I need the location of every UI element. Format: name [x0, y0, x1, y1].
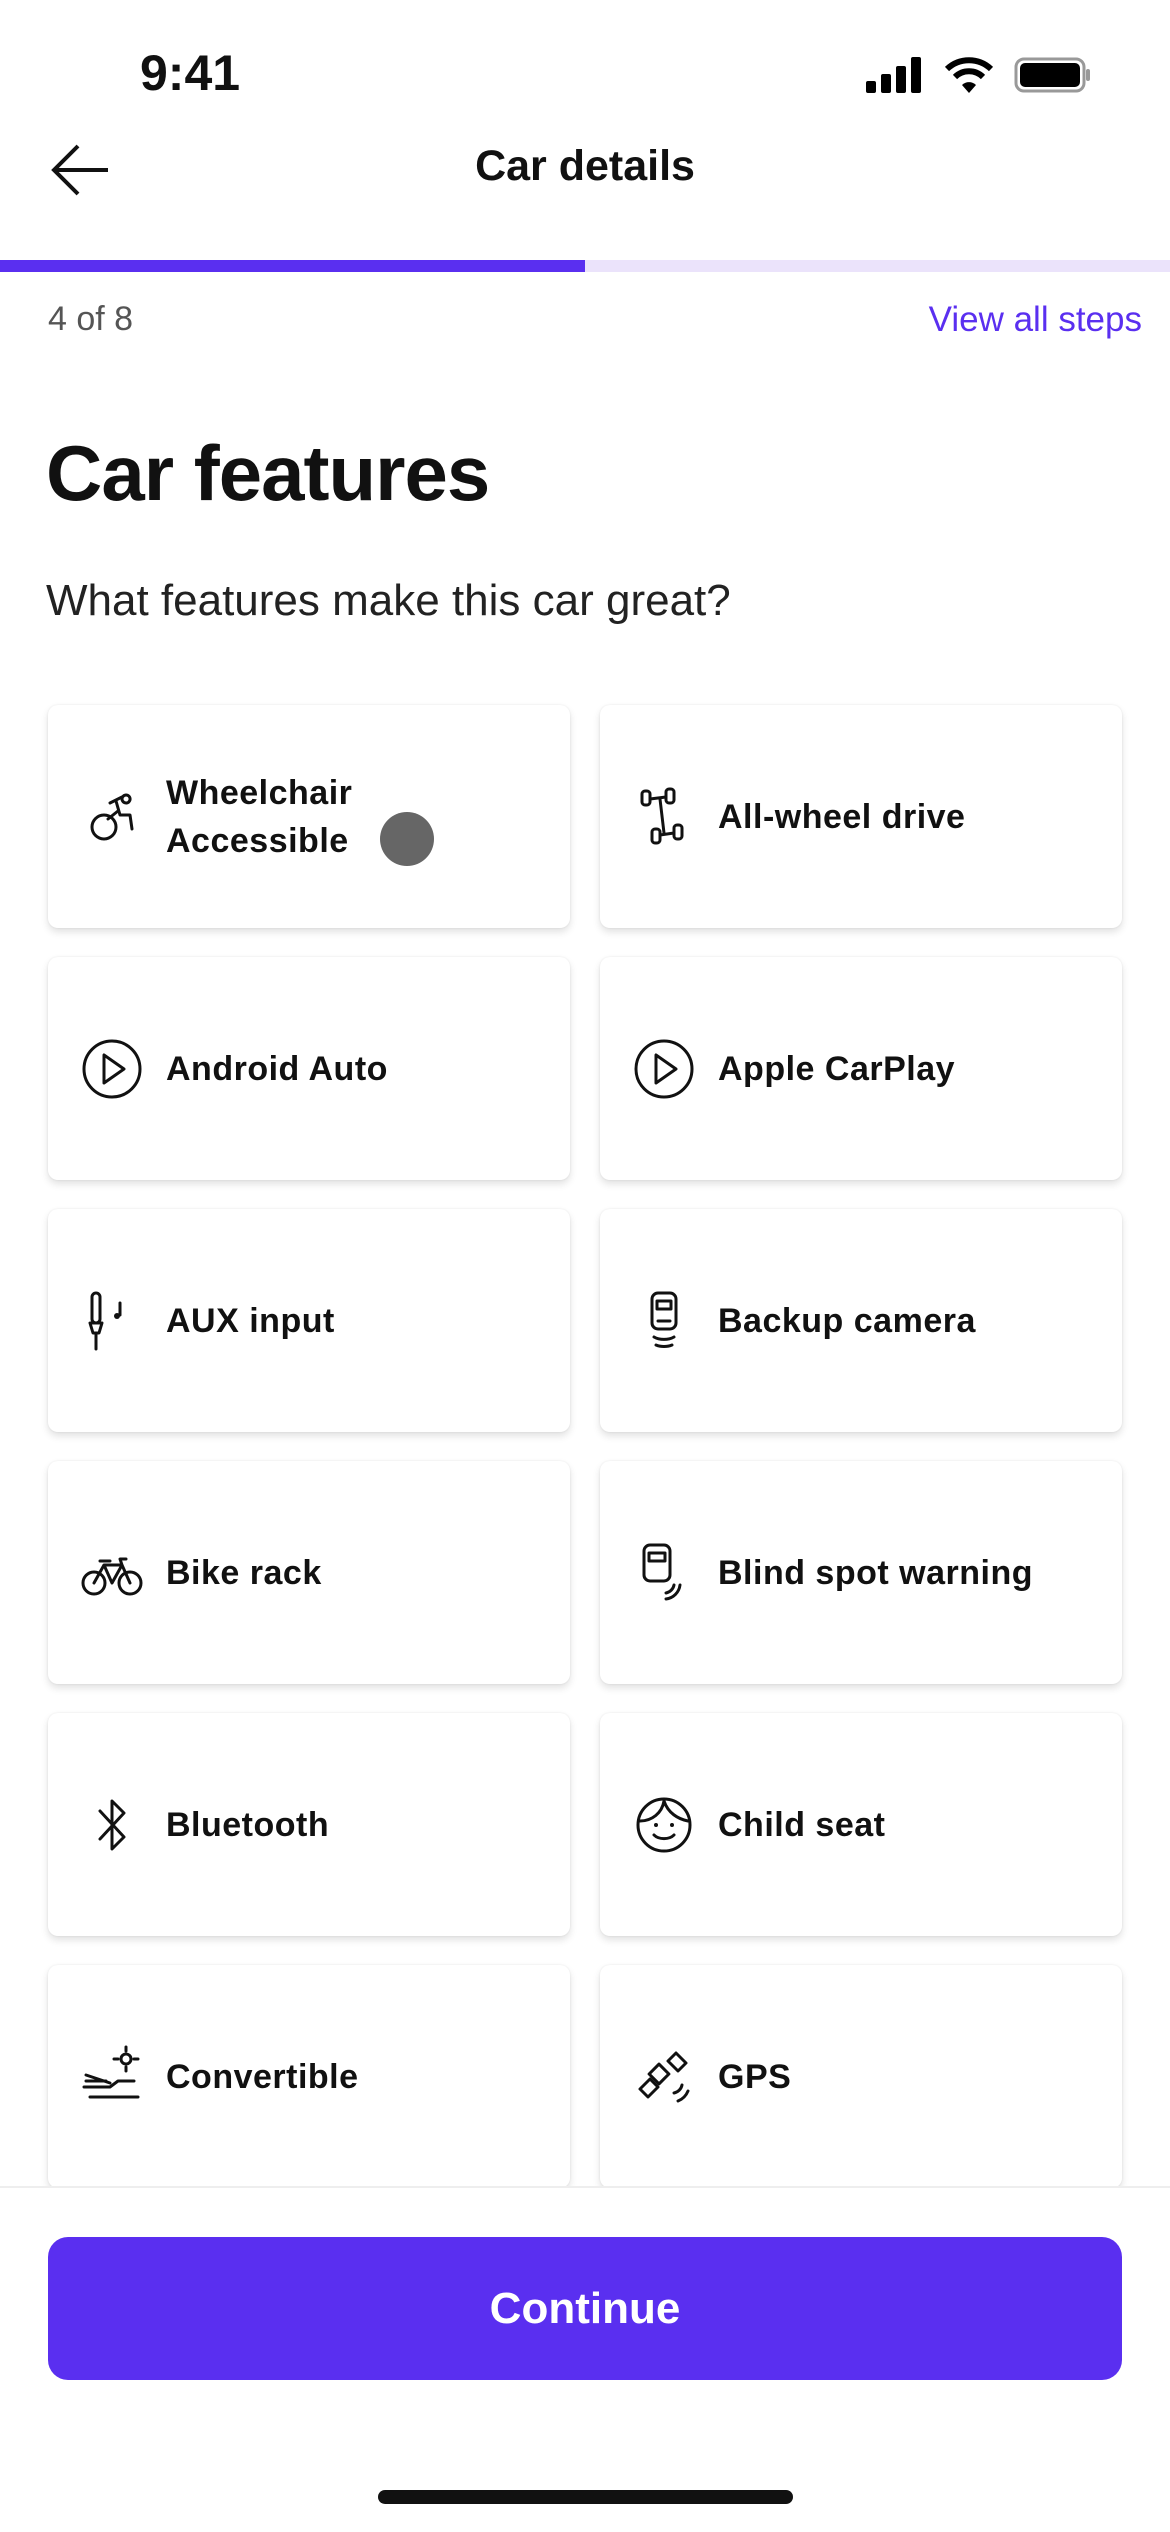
progress-bar [0, 260, 1170, 272]
feature-card-wheelchair-accessible[interactable]: Wheelchair Accessible [48, 705, 570, 928]
feature-label: Android Auto [166, 1049, 388, 1088]
page-header-title: Car details [475, 142, 695, 190]
feature-label: Wheelchair Accessible [166, 773, 353, 860]
play-circle-icon [634, 1039, 694, 1098]
feature-label: Backup camera [718, 1301, 976, 1340]
feature-label: AUX input [166, 1301, 335, 1340]
feature-card-apple-carplay[interactable]: Apple CarPlay [600, 957, 1122, 1180]
feature-card-all-wheel-drive[interactable]: All-wheel drive [600, 705, 1122, 928]
feature-grid: Wheelchair Accessible All-wheel drive Andr… [48, 705, 1122, 2188]
progress-fill [0, 260, 585, 272]
feature-card-bluetooth[interactable]: Bluetooth [48, 1713, 570, 1936]
wheelchair-icon [90, 793, 134, 840]
feature-card-blind-spot-warning[interactable]: Blind spot warning [600, 1461, 1122, 1684]
feature-card-gps[interactable]: GPS [600, 1965, 1122, 2188]
bluetooth-icon [98, 1799, 126, 1850]
feature-label: Convertible [166, 2057, 359, 2096]
status-time: 9:41 [140, 45, 241, 101]
feature-label: All-wheel drive [718, 797, 966, 836]
view-all-steps-link[interactable]: View all steps [929, 300, 1142, 340]
feature-card-bike-rack[interactable]: Bike rack [48, 1461, 570, 1684]
feature-label: Bike rack [166, 1553, 322, 1592]
feature-card-child-seat[interactable]: Child seat [600, 1713, 1122, 1936]
feature-label: Apple CarPlay [718, 1049, 956, 1088]
cellular-signal-icon [866, 57, 921, 93]
feature-card-convertible[interactable]: Convertible [48, 1965, 570, 2188]
wifi-icon [944, 57, 994, 93]
play-circle-icon [82, 1039, 142, 1098]
continue-button[interactable]: Continue [48, 2237, 1122, 2380]
feature-label: Child seat [718, 1805, 886, 1844]
axle-icon [640, 787, 684, 844]
feature-label: Blind spot warning [718, 1553, 1033, 1592]
child-face-icon [636, 1797, 692, 1852]
page-title: Car features [46, 429, 490, 517]
feature-card-android-auto[interactable]: Android Auto [48, 957, 570, 1180]
bicycle-icon [81, 1557, 143, 1595]
status-icons [866, 56, 1092, 94]
touch-indicator [380, 812, 434, 866]
feature-label: Bluetooth [166, 1805, 330, 1844]
aux-jack-icon [88, 1291, 122, 1350]
feature-label: GPS [718, 2057, 792, 2096]
feature-card-aux-input[interactable]: AUX input [48, 1209, 570, 1432]
satellite-icon [638, 2051, 690, 2102]
page-subtitle: What features make this car great? [46, 576, 731, 625]
blind-spot-icon [642, 1543, 682, 1600]
battery-icon [1014, 57, 1090, 93]
home-indicator [378, 2490, 793, 2504]
convertible-icon [82, 2045, 140, 2098]
feature-card-backup-camera[interactable]: Backup camera [600, 1209, 1122, 1432]
backup-camera-icon [650, 1291, 678, 1348]
step-count: 4 of 8 [48, 300, 134, 338]
